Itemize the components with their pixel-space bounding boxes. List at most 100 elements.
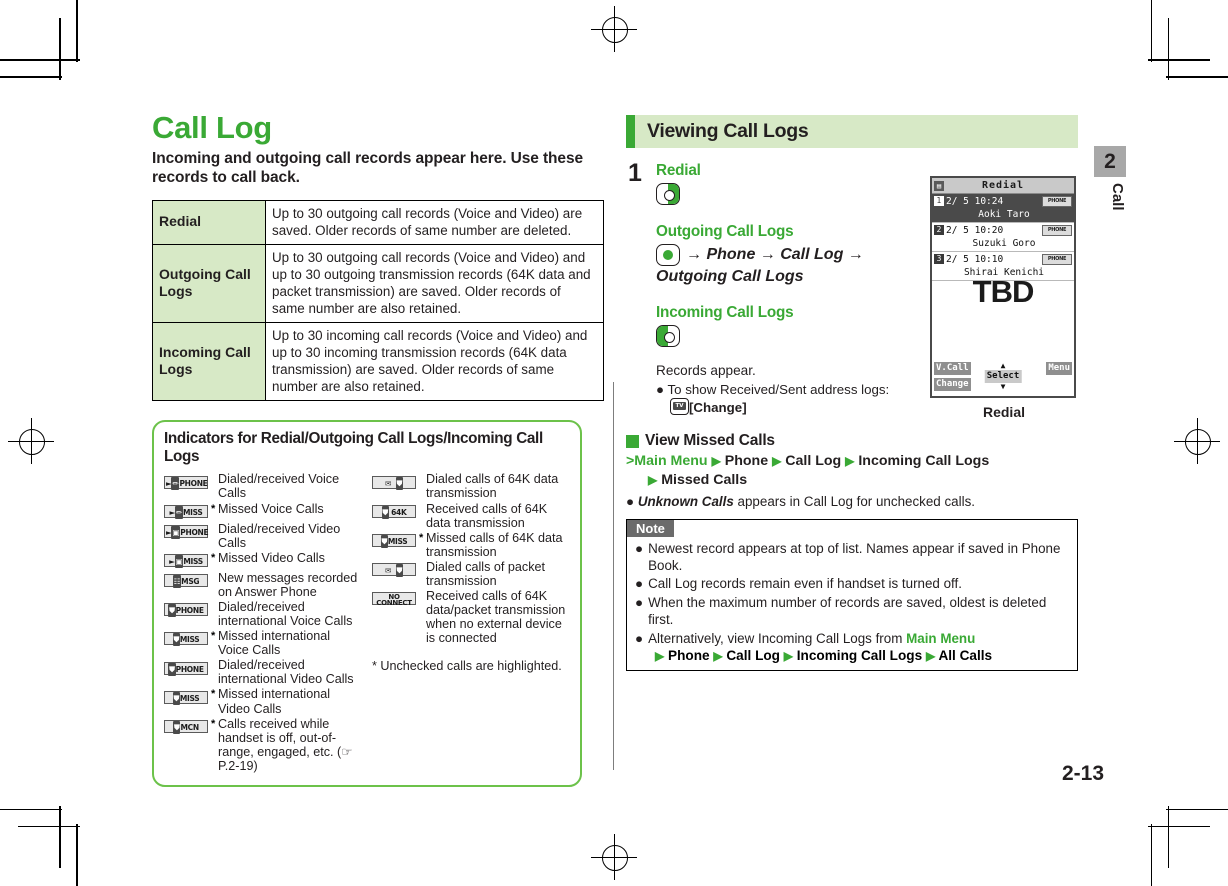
section-header: Viewing Call Logs [626, 115, 1078, 148]
indicator-label: Missed international Voice Calls [218, 629, 331, 658]
star-marker: * [211, 717, 216, 730]
crop-mark [1166, 76, 1228, 78]
indicator-item: ⛊MISS * Missed calls of 64K data transmi… [372, 531, 570, 559]
indicator-label: Dialed/received Video Calls [218, 521, 341, 550]
indicator-item: ►✏PHONE Dialed/received Voice Calls [164, 472, 362, 500]
note-item-text: When the maximum number of records are s… [648, 594, 1047, 628]
row-index: 3 [934, 254, 944, 264]
green-square-icon [626, 434, 639, 448]
path-arrow-icon: ▶ [925, 649, 936, 664]
star-marker: * [211, 551, 216, 564]
bullet-dot: ● [635, 630, 644, 646]
view-missed-heading-text: View Missed Calls [645, 432, 775, 450]
outgoing-path-2: Outgoing Call Logs [656, 268, 804, 285]
indicator-item: ⛊PHONE Dialed/received international Vid… [164, 658, 362, 686]
bullet-dot: ● [635, 576, 644, 592]
mcn-indicator-icon: ⛊MCN [164, 717, 208, 736]
list-item[interactable]: 1 2/ 5 10:24 PHONE Aoki Taro [932, 194, 1074, 223]
nav-right-key-icon[interactable] [656, 183, 680, 205]
note-list: ● Newest record appears at top of list. … [627, 538, 1077, 671]
up-arrow-icon: ▲ [1000, 361, 1006, 370]
note-path-all-calls: All Calls [938, 648, 993, 664]
row-datetime: 2/ 5 10:20 [946, 224, 1004, 236]
tbd-overlay: TBD [972, 274, 1035, 309]
row-value: Up to 30 incoming call records (Voice an… [265, 322, 604, 402]
outgoing-path-row: → Phone → Call Log → [656, 244, 901, 266]
indicator-item: ✉ ⛊ Dialed calls of 64K data transmissio… [372, 472, 570, 500]
note-box: Note ● Newest record appears at top of l… [626, 518, 1078, 672]
nav-left-key-icon[interactable] [656, 325, 680, 347]
crop-mark [76, 824, 78, 886]
row-name: Suzuki Goro [972, 238, 1036, 249]
star-marker: * [211, 630, 216, 643]
right-column: Viewing Call Logs 1 Redial Outgoing Call… [626, 115, 1078, 672]
note-item: ● Call Log records remain even if handse… [635, 575, 1069, 592]
dialed-64k-indicator-icon: ✉ ⛊ [372, 472, 416, 491]
phone-lcd: ▤ Redial 1 2/ 5 10:24 PHONE Aoki Taro 2 … [930, 176, 1076, 398]
registration-mark [8, 418, 54, 464]
indicator-label: Received calls of 64K data transmission [426, 501, 548, 530]
indicator-item: ⛊ 64K Received calls of 64K data transmi… [372, 502, 570, 530]
indicator-item: ✉ ⛊ Dialed calls of packet transmission [372, 560, 570, 588]
indicator-label: Calls received while handset is off, out… [218, 716, 353, 773]
intl-video-phone-indicator-icon: ⛊PHONE [164, 658, 208, 677]
table-row: Outgoing Call Logs Up to 30 outgoing cal… [152, 244, 604, 324]
crop-mark [59, 806, 61, 868]
lcd-titlebar: ▤ Redial [932, 178, 1074, 194]
softkey-v-call[interactable]: V.Call [934, 362, 971, 375]
note-item-text: Newest record appears at top of list. Na… [648, 540, 1061, 573]
indicators-footnote: * Unchecked calls are highlighted. [372, 659, 562, 674]
tv-key-icon[interactable] [670, 397, 689, 415]
redial-key-row [656, 183, 901, 205]
video-phone-indicator-icon: ►▣PHONE [164, 522, 209, 541]
step-1: 1 Redial Outgoing Call Logs → Phone → Ca… [626, 159, 1078, 420]
path-arrow-icon: ▶ [648, 473, 658, 488]
bullet-dot: ● [656, 381, 665, 397]
intl-video-miss-indicator-icon: ⛊MISS [164, 687, 208, 706]
list-item[interactable]: 2 2/ 5 10:20 PHONE Suzuki Goro [932, 223, 1074, 252]
path-call-log: Call Log [785, 453, 842, 470]
indicator-label: Dialed/received Voice Calls [218, 472, 340, 501]
intl-miss-indicator-icon: ⛊MISS [164, 629, 208, 648]
change-softkey-label: [Change] [689, 399, 747, 415]
path-arrow-icon: ▶ [711, 454, 721, 469]
indicator-label: Missed international Video Calls [218, 687, 331, 716]
softkey-menu[interactable]: Menu [1046, 362, 1072, 375]
indicators-box: Indicators for Redial/Outgoing Call Logs… [152, 420, 582, 788]
page-lead: Incoming and outgoing call records appea… [152, 149, 583, 187]
crop-mark [1148, 59, 1210, 61]
phone-indicator-icon: ►✏PHONE [164, 472, 208, 491]
indicator-label: Missed Video Calls [218, 550, 325, 565]
crop-mark [1166, 808, 1228, 810]
note-path-call-log: Call Log [726, 648, 780, 664]
call-log-types-table: Redial Up to 30 outgoing call records (V… [152, 200, 604, 402]
note-main-menu: Main Menu [906, 630, 976, 646]
chapter-tab: 2 [1094, 146, 1126, 177]
row-type-icon: PHONE [1042, 195, 1072, 207]
indicators-heading: Indicators for Redial/Outgoing Call Logs… [164, 430, 543, 466]
indicator-label: Received calls of 64K data/packet transm… [426, 589, 566, 646]
note-item: ● When the maximum number of records are… [635, 594, 1069, 629]
indicator-label: Dialed/received international Video Call… [218, 658, 354, 687]
indicator-item: ►✏MISS * Missed Voice Calls [164, 502, 362, 521]
step-number: 1 [628, 159, 642, 187]
crop-mark [0, 76, 62, 78]
path-arrow-icon: ▶ [845, 454, 855, 469]
row-type-icon: PHONE [1042, 253, 1072, 265]
down-arrow-icon: ▼ [1000, 382, 1006, 391]
softkey-change[interactable]: Change [934, 378, 971, 391]
indicator-label: Dialed calls of 64K data transmission [426, 472, 559, 501]
lcd-title: Redial [981, 180, 1025, 191]
indicator-label: Dialed calls of packet transmission [426, 559, 546, 589]
intl-phone-indicator-icon: ⛊PHONE [164, 600, 208, 619]
msg-indicator-icon: ☷MSG [164, 571, 208, 590]
note-path-phone: Phone [668, 648, 710, 664]
table-row: Redial Up to 30 outgoing call records (V… [152, 200, 604, 246]
registration-mark [591, 6, 637, 52]
miss-indicator-icon: ►✏MISS [164, 502, 208, 521]
center-key-icon[interactable] [656, 244, 680, 266]
bullet-dot: ● [635, 540, 644, 556]
note-item: ● Alternatively, view Incoming Call Logs… [635, 630, 1069, 647]
no-connect-indicator-icon: NO CONNECT [372, 589, 416, 608]
indicators-column-2: ✉ ⛊ Dialed calls of 64K data transmissio… [372, 472, 570, 774]
